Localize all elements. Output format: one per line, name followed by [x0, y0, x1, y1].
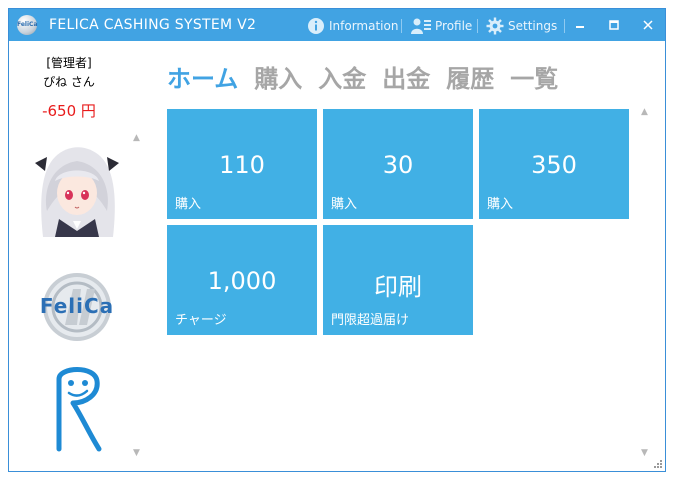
- gear-icon: [486, 17, 504, 35]
- scroll-down-arrow[interactable]: ▼: [133, 448, 140, 458]
- tile-charge-1000[interactable]: 1,000 チャージ: [167, 225, 317, 335]
- information-label: Information: [329, 19, 399, 33]
- separator: [477, 19, 478, 33]
- scroll-up-arrow[interactable]: ▲: [133, 133, 140, 143]
- tab-history[interactable]: 履歴: [446, 59, 494, 94]
- tab-home[interactable]: ホーム: [167, 59, 238, 94]
- tile-label: 購入: [175, 197, 202, 212]
- profile-icon: [411, 18, 431, 34]
- sidebar: [管理者] ぴね さん -650 円 ▲ FeliCa ▼: [9, 41, 145, 471]
- close-icon: [643, 20, 653, 30]
- information-link[interactable]: Information: [307, 16, 398, 36]
- scroll-down-arrow[interactable]: ▼: [641, 448, 648, 458]
- tile-value: 110: [219, 151, 265, 179]
- tile-purchase-350[interactable]: 350 購入: [479, 109, 629, 219]
- tab-withdraw[interactable]: 出金: [382, 59, 430, 94]
- minimize-icon: [576, 26, 584, 28]
- close-button[interactable]: [638, 15, 658, 35]
- window-title: FELICA CASHING SYSTEM V2: [49, 17, 257, 33]
- resize-grip-icon[interactable]: [651, 459, 663, 471]
- app-window: FeliCa FELICA CASHING SYSTEM V2 Informat…: [8, 8, 666, 472]
- mascot-icon: [56, 367, 102, 452]
- separator: [401, 19, 402, 33]
- tile-label: 購入: [331, 197, 358, 212]
- scroll-up-arrow[interactable]: ▲: [641, 107, 648, 117]
- tile-value: 350: [531, 151, 577, 179]
- tab-list[interactable]: 一覧: [510, 59, 558, 94]
- tile-value: 30: [382, 151, 414, 179]
- main-panel: ホーム 購入 入金 出金 履歴 一覧 ▲ 110 購入 30 購入 350 購入…: [145, 41, 665, 471]
- tab-purchase[interactable]: 購入: [254, 59, 302, 94]
- nav-tabs: ホーム 購入 入金 出金 履歴 一覧: [167, 59, 558, 94]
- tab-deposit[interactable]: 入金: [318, 59, 366, 94]
- felica-logo-icon: FeliCa: [40, 273, 114, 341]
- separator: [564, 19, 565, 33]
- tile-purchase-110[interactable]: 110 購入: [167, 109, 317, 219]
- tile-value: 印刷: [374, 273, 422, 301]
- app-logo-icon: FeliCa: [17, 15, 38, 35]
- profile-label: Profile: [435, 19, 473, 33]
- tile-label: 門限超過届け: [331, 313, 410, 328]
- tile-label: 購入: [487, 197, 514, 212]
- title-bar[interactable]: FeliCa FELICA CASHING SYSTEM V2 Informat…: [9, 9, 665, 41]
- settings-label: Settings: [508, 19, 558, 33]
- tile-label: チャージ: [175, 313, 227, 328]
- maximize-button[interactable]: [604, 15, 624, 35]
- tile-value: 1,000: [207, 267, 277, 295]
- user-role: [管理者]: [46, 56, 92, 70]
- tile-print-curfew[interactable]: 印刷 門限超過届け: [323, 225, 473, 335]
- settings-link[interactable]: Settings: [486, 16, 557, 36]
- minimize-button[interactable]: [570, 15, 590, 35]
- svg-text:FeliCa: FeliCa: [40, 294, 114, 318]
- avatar[interactable]: [29, 141, 125, 237]
- tile-purchase-30[interactable]: 30 購入: [323, 109, 473, 219]
- info-icon: [308, 18, 324, 34]
- balance-amount: -650 円: [42, 102, 96, 120]
- maximize-icon: [609, 20, 619, 30]
- profile-link[interactable]: Profile: [411, 16, 472, 36]
- user-name: ぴね さん: [43, 75, 95, 89]
